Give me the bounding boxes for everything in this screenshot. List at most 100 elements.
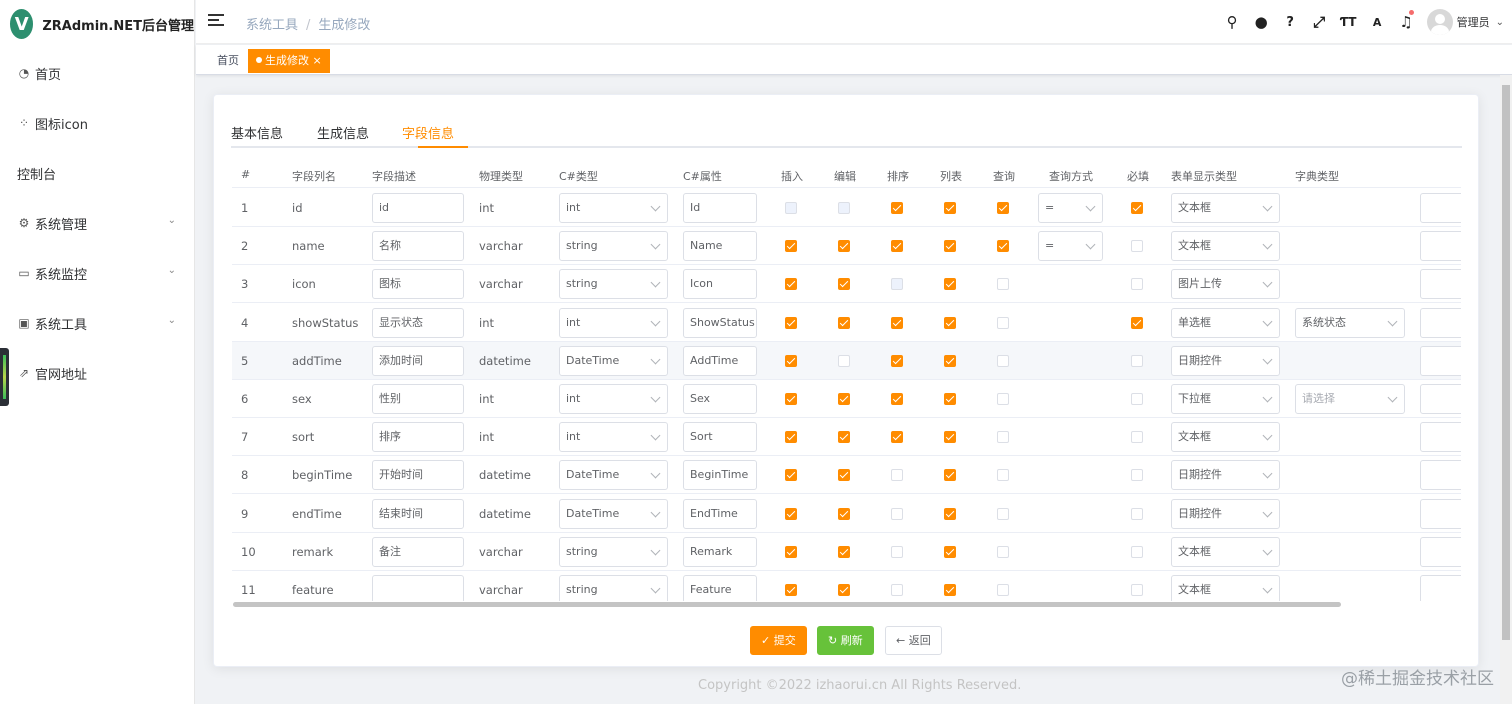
list-checkbox[interactable] <box>944 393 956 405</box>
csharp-property-input[interactable]: Id <box>683 193 757 223</box>
csharp-property-input[interactable]: Name <box>683 231 757 262</box>
csharp-type-select[interactable]: string <box>559 575 668 601</box>
description-input[interactable]: 显示状态 <box>372 307 464 338</box>
csharp-property-input[interactable]: Feature <box>683 575 757 601</box>
csharp-property-input[interactable]: Icon <box>683 269 757 300</box>
list-checkbox[interactable] <box>944 316 956 329</box>
description-input[interactable]: 名称 <box>372 231 464 262</box>
insert-checkbox[interactable] <box>785 469 797 482</box>
csharp-type-select[interactable]: DateTime <box>559 345 668 376</box>
list-checkbox[interactable] <box>944 507 956 520</box>
tab-gen-info[interactable]: 生成信息 <box>317 123 369 142</box>
edit-checkbox[interactable] <box>838 354 850 367</box>
csharp-property-input[interactable]: EndTime <box>683 498 757 529</box>
edit-checkbox[interactable] <box>838 393 850 405</box>
github-icon[interactable]: ● <box>1247 13 1276 31</box>
sort-checkbox[interactable] <box>891 354 903 367</box>
edit-checkbox[interactable] <box>838 240 850 253</box>
insert-checkbox[interactable] <box>785 393 797 405</box>
insert-checkbox[interactable] <box>785 316 797 329</box>
required-checkbox[interactable] <box>1131 202 1143 214</box>
form-type-select[interactable]: 文本框 <box>1171 536 1280 567</box>
sort-checkbox[interactable] <box>891 393 903 405</box>
sort-checkbox[interactable] <box>891 202 903 214</box>
extra-input[interactable] <box>1420 231 1461 262</box>
csharp-type-select[interactable]: DateTime <box>559 460 668 491</box>
description-input[interactable]: 开始时间 <box>372 460 464 491</box>
csharp-type-select[interactable]: string <box>559 536 668 567</box>
sort-checkbox[interactable] <box>891 507 903 520</box>
query-checkbox[interactable] <box>997 316 1009 329</box>
description-input[interactable] <box>372 575 464 601</box>
dict-type-select[interactable]: 请选择 <box>1295 384 1405 414</box>
insert-checkbox[interactable] <box>785 354 797 367</box>
description-input[interactable]: 排序 <box>372 422 464 453</box>
extra-input[interactable] <box>1420 422 1461 453</box>
sort-checkbox[interactable] <box>891 584 903 596</box>
csharp-property-input[interactable]: AddTime <box>683 345 757 376</box>
extra-input[interactable] <box>1420 575 1461 601</box>
submit-button[interactable]: ✓ 提交 <box>750 626 807 655</box>
list-checkbox[interactable] <box>944 240 956 253</box>
edit-checkbox[interactable] <box>838 278 850 291</box>
description-input[interactable]: 添加时间 <box>372 345 464 376</box>
form-type-select[interactable]: 日期控件 <box>1171 460 1280 491</box>
query-checkbox[interactable] <box>997 431 1009 444</box>
list-checkbox[interactable] <box>944 545 956 558</box>
description-input[interactable]: id <box>372 193 464 223</box>
required-checkbox[interactable] <box>1131 393 1143 405</box>
form-type-select[interactable]: 日期控件 <box>1171 345 1280 376</box>
sidebar-item[interactable]: ▣ 系统工具 ⌄ <box>0 298 194 348</box>
list-checkbox[interactable] <box>944 354 956 367</box>
query-checkbox[interactable] <box>997 278 1009 291</box>
sidebar-item[interactable]: ⁘ 图标icon <box>0 98 194 148</box>
refresh-button[interactable]: ↻ 刷新 <box>817 626 874 655</box>
csharp-type-select[interactable]: DateTime <box>559 498 668 529</box>
bell-icon[interactable]: ♫ <box>1392 10 1421 31</box>
tab-basic-info[interactable]: 基本信息 <box>231 123 283 142</box>
required-checkbox[interactable] <box>1131 469 1143 482</box>
side-drawer-handle[interactable] <box>0 348 9 406</box>
description-input[interactable]: 性别 <box>372 384 464 414</box>
required-checkbox[interactable] <box>1131 240 1143 253</box>
sidebar-item[interactable]: ⇗ 官网地址 <box>0 348 194 398</box>
insert-checkbox[interactable] <box>785 584 797 596</box>
query-checkbox[interactable] <box>997 240 1009 253</box>
query-checkbox[interactable] <box>997 545 1009 558</box>
username[interactable]: 管理员 <box>1457 14 1490 30</box>
form-type-select[interactable]: 图片上传 <box>1171 269 1280 300</box>
query-type-select[interactable]: = <box>1038 193 1103 223</box>
sidebar-item[interactable]: 控制台 <box>0 148 194 198</box>
sort-checkbox[interactable] <box>891 469 903 482</box>
sidebar-item[interactable]: ⚙ 系统管理 ⌄ <box>0 198 194 248</box>
list-checkbox[interactable] <box>944 584 956 596</box>
breadcrumb-item[interactable]: 系统工具 <box>246 18 298 33</box>
main-scrollbar[interactable] <box>1500 75 1512 704</box>
form-type-select[interactable]: 单选框 <box>1171 307 1280 338</box>
form-type-select[interactable]: 下拉框 <box>1171 384 1280 414</box>
query-checkbox[interactable] <box>997 469 1009 482</box>
csharp-property-input[interactable]: Sex <box>683 384 757 414</box>
insert-checkbox[interactable] <box>785 431 797 444</box>
form-type-select[interactable]: 文本框 <box>1171 422 1280 453</box>
edit-checkbox[interactable] <box>838 316 850 329</box>
extra-input[interactable] <box>1420 193 1461 223</box>
list-checkbox[interactable] <box>944 202 956 214</box>
insert-checkbox[interactable] <box>785 545 797 558</box>
fullscreen-icon[interactable]: ⤢ <box>1305 13 1334 31</box>
sort-checkbox[interactable] <box>891 431 903 444</box>
query-checkbox[interactable] <box>997 393 1009 405</box>
extra-input[interactable] <box>1420 384 1461 414</box>
description-input[interactable]: 图标 <box>372 269 464 300</box>
form-type-select[interactable]: 日期控件 <box>1171 498 1280 529</box>
required-checkbox[interactable] <box>1131 431 1143 444</box>
sort-checkbox[interactable] <box>891 545 903 558</box>
extra-input[interactable] <box>1420 460 1461 491</box>
required-checkbox[interactable] <box>1131 354 1143 367</box>
avatar[interactable] <box>1426 9 1453 35</box>
tag-home[interactable]: 首页 <box>209 49 247 73</box>
csharp-property-input[interactable]: Remark <box>683 536 757 567</box>
logo[interactable]: V ZRAdmin.NET后台管理 <box>0 0 194 48</box>
edit-checkbox[interactable] <box>838 469 850 482</box>
description-input[interactable]: 备注 <box>372 536 464 567</box>
